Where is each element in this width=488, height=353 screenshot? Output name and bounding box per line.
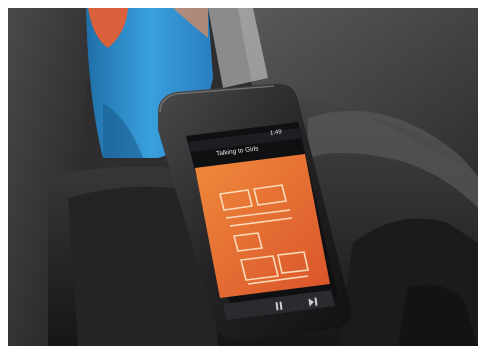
photo-scene: 1:49 Talking to Girls: [8, 8, 478, 346]
next-icon[interactable]: [306, 296, 319, 307]
pause-icon[interactable]: [272, 300, 285, 311]
photo-illustration: [8, 8, 478, 346]
